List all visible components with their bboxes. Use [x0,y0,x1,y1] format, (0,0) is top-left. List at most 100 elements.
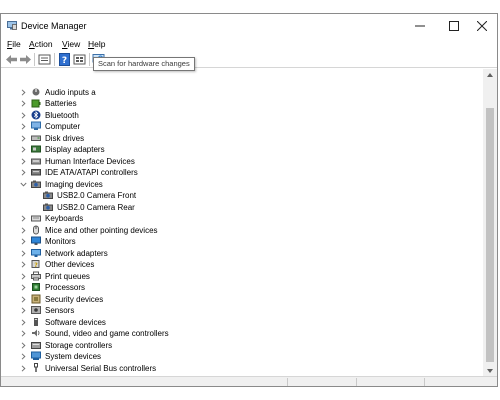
title-bar[interactable]: Device Manager [1,14,497,38]
expand-chevron-icon[interactable] [20,330,27,337]
tree-item-ide-ata-atapi-controllers[interactable]: IDE ATA/ATAPI controllers [1,167,485,178]
device-tree: Audio inputs a Batteries Bluetooth Computer… [1,69,485,378]
tree-item-label: IDE ATA/ATAPI controllers [45,168,138,178]
expand-chevron-icon[interactable] [20,215,27,222]
expand-chevron-icon[interactable] [20,112,27,119]
scroll-thumb[interactable] [486,108,494,362]
disk-icon [31,135,41,141]
storage-icon [31,341,41,349]
tree-item-computer[interactable]: Computer [1,121,485,132]
expand-chevron-icon[interactable] [20,273,27,280]
tree-item-label: Network adapters [45,248,108,258]
minimize-button[interactable] [405,14,435,38]
tree-child-item[interactable]: USB2.0 Camera Rear [1,202,485,213]
tree-item-label: Imaging devices [45,179,103,189]
tree-item-monitors[interactable]: Monitors [1,236,485,247]
tree-item-label: Audio inputs a [45,88,96,97]
expand-chevron-icon[interactable] [20,319,27,326]
back-arrow-icon[interactable] [5,53,18,66]
tree-item-keyboards[interactable]: Keyboards [1,213,485,224]
expand-chevron-icon[interactable] [20,261,27,268]
window-title: Device Manager [21,21,87,31]
tree-item-storage-controllers[interactable]: Storage controllers [1,340,485,351]
expand-chevron-icon[interactable] [20,353,27,360]
properties-icon[interactable] [38,53,51,66]
collapse-chevron-icon[interactable] [20,181,27,188]
tree-item-audio-inputs-a[interactable]: Audio inputs a [1,87,485,98]
toolbar-separator [54,53,55,66]
tree-item-universal-serial-bus-controllers[interactable]: Universal Serial Bus controllers [1,362,485,374]
tree-item-software-devices[interactable]: Software devices [1,317,485,328]
menu-help[interactable]: Help [88,39,105,50]
tree-item-label: Bluetooth [45,110,79,120]
sound-icon [32,329,40,337]
expand-chevron-icon[interactable] [20,169,27,176]
expand-chevron-icon[interactable] [20,284,27,291]
tree-item-bluetooth[interactable]: Bluetooth [1,110,485,121]
tree-item-other-devices[interactable]: ? Other devices [1,259,485,270]
expand-chevron-icon[interactable] [20,89,27,96]
tree-item-label: Other devices [45,260,95,270]
tree-item-label: Universal Serial Bus controllers [45,363,157,373]
maximize-button[interactable] [439,14,469,38]
menu-file[interactable]: File [7,39,21,50]
status-separator [356,378,357,386]
forward-arrow-icon[interactable] [19,53,32,66]
tree-item-label: System devices [45,352,102,362]
tree-item-label: Monitors [45,237,76,247]
menu-view[interactable]: View [62,39,80,50]
expand-chevron-icon[interactable] [20,227,27,234]
expand-chevron-icon[interactable] [20,146,27,153]
display-adapter-icon [31,145,41,153]
expand-chevron-icon[interactable] [20,307,27,314]
tree-item-processors[interactable]: Processors [1,282,485,293]
vertical-scrollbar[interactable] [483,69,497,378]
expand-chevron-icon[interactable] [20,341,27,349]
expand-chevron-icon[interactable] [20,238,27,245]
tree-item-label: Sensors [45,306,75,316]
expand-chevron-icon[interactable] [20,158,27,165]
tree-item-sensors[interactable]: Sensors [1,305,485,316]
tree-item-security-devices[interactable]: Security devices [1,294,485,305]
tree-item-batteries[interactable]: Batteries [1,98,485,109]
tree-item-sound-video-and-game-controllers[interactable]: Sound, video and game controllers [1,328,485,339]
bluetooth-icon [31,110,41,120]
tree-item-print-queues[interactable]: Print queues [1,271,485,282]
scroll-up-icon[interactable] [487,73,493,78]
toolbar-separator [89,53,90,66]
expand-chevron-icon[interactable] [20,123,27,130]
tree-item-imaging-devices[interactable]: Imaging devices [1,179,485,190]
tree-item-network-adapters[interactable]: Network adapters [1,248,485,259]
menu-action[interactable]: Action [29,39,53,50]
software-icon [34,317,38,326]
sensor-icon [31,306,41,315]
show-hidden-icon[interactable] [73,53,86,66]
close-button[interactable] [467,14,497,38]
menu-bar: File Action View Help [1,38,497,51]
tree-item-label: Security devices [45,294,104,304]
scroll-down-icon[interactable] [487,369,493,374]
expand-chevron-icon[interactable] [20,296,27,303]
expand-chevron-icon[interactable] [20,100,27,108]
device-manager-icon [7,21,17,30]
help-icon[interactable]: ? [58,53,71,66]
tree-item-label: Software devices [45,317,106,327]
tree-item-disk-drives[interactable]: Disk drives [1,133,485,144]
tree-item-system-devices[interactable]: System devices [1,351,485,362]
menu-action-label: ction [34,39,53,49]
tree-item-human-interface-devices[interactable]: Human Interface Devices [1,156,485,167]
expand-chevron-icon[interactable] [20,364,27,372]
tree-item-display-adapters[interactable]: Display adapters [1,144,485,155]
usb-icon [34,362,38,372]
tree-child-item[interactable]: USB2.0 Camera Front [1,190,485,201]
expand-chevron-icon[interactable] [20,135,27,142]
tree-item-mice-and-other-pointing-devices[interactable]: Mice and other pointing devices [1,225,485,236]
network-icon [31,248,41,257]
expand-chevron-icon[interactable] [20,250,27,257]
status-separator [424,378,425,386]
menu-file-label: ile [12,39,21,49]
tree-item-label: Computer [45,122,81,132]
scan-tooltip: Scan for hardware changes [93,57,195,71]
monitor-icon [31,236,41,246]
menu-help-label: elp [94,39,106,49]
